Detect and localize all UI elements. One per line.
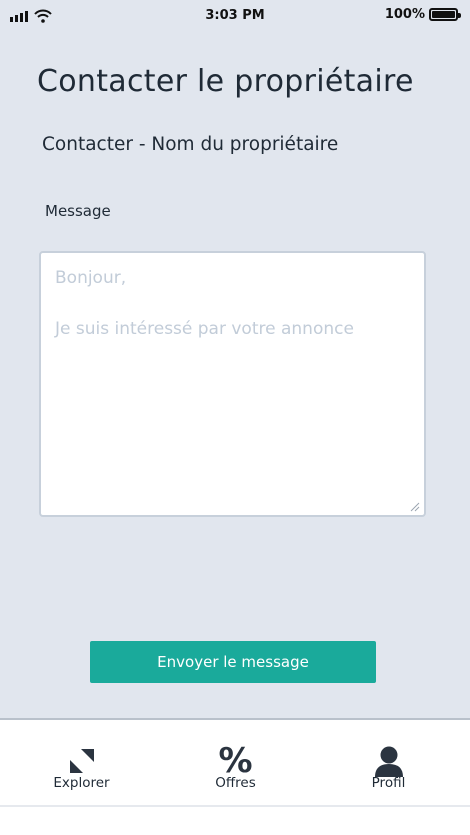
resize-grip-icon[interactable] (408, 500, 420, 512)
owner-subtitle: Contacter - Nom du propriétaire (42, 134, 339, 155)
battery-status: 100% (384, 7, 461, 22)
battery-percentage: 100% (384, 7, 425, 22)
tab-offres[interactable]: % Offres (157, 720, 314, 808)
tab-label-offres: Offres (215, 775, 256, 791)
battery-icon (429, 8, 461, 21)
tab-profil[interactable]: Profil (310, 720, 467, 808)
send-message-button[interactable]: Envoyer le message (90, 641, 376, 683)
screen: 3:03 PM 100% Contacter le propriétaire C… (0, 0, 470, 718)
tab-label-profil: Profil (371, 775, 406, 791)
bottom-divider (0, 805, 470, 807)
tab-bar: Explorer % Offres Profil (0, 720, 470, 808)
message-textarea[interactable] (39, 251, 426, 517)
tab-label-explorer: Explorer (53, 775, 110, 791)
tab-explorer[interactable]: Explorer (3, 720, 160, 808)
status-bar: 3:03 PM 100% (0, 0, 470, 34)
message-label: Message (45, 202, 111, 220)
page-title: Contacter le propriétaire (37, 64, 414, 99)
